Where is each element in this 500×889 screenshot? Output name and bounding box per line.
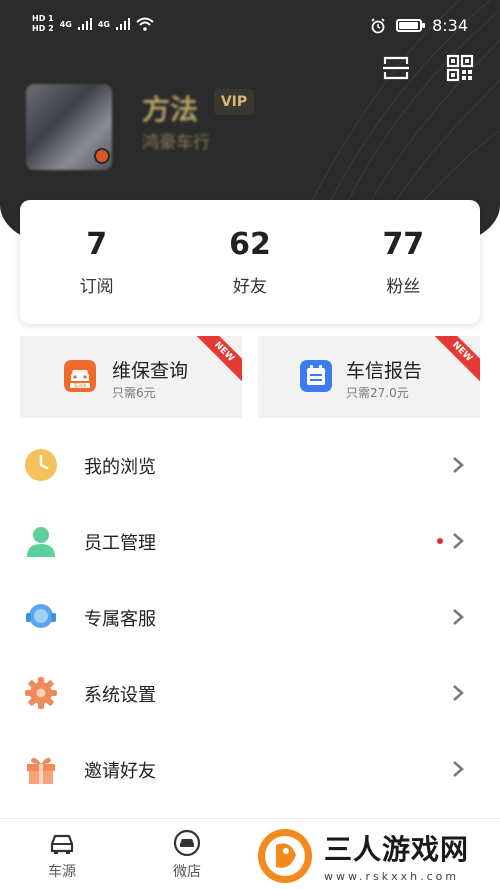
new-ribbon: NEW	[428, 336, 480, 386]
qr-code-icon[interactable]	[446, 54, 474, 82]
gear-icon	[25, 677, 57, 709]
nav-label: 车源	[48, 864, 76, 880]
signal-1-label: 4G	[59, 19, 72, 29]
car-icon	[50, 834, 74, 854]
shop-icon	[173, 829, 201, 857]
menu-label: 员工管理	[84, 533, 156, 554]
nav-item-car-source[interactable]: 车源	[32, 829, 92, 881]
hd-top-label: HD 1	[32, 14, 54, 23]
status-right: 8:34	[370, 16, 468, 35]
signal-2-icon	[115, 18, 130, 30]
battery-icon	[396, 19, 426, 32]
nav-item-micro-shop[interactable]: 微店	[157, 829, 217, 881]
signal-2-label: 4G	[97, 19, 110, 29]
watermark-logo-icon	[258, 828, 312, 883]
battery-level	[399, 22, 419, 29]
watermark-text: 三人游戏网 www.rskxxh.com	[324, 828, 469, 883]
stat-value: 62	[229, 227, 271, 262]
promo-title: 车信报告	[346, 360, 423, 382]
watermark-title: 三人游戏网	[324, 833, 470, 866]
watermark-overlay: 三人游戏网 www.rskxxh.com	[250, 822, 500, 889]
stats-card: 7 订阅 62 好友 77 粉丝	[20, 200, 480, 324]
nav-label: 微店	[173, 864, 201, 880]
menu-item-system-settings[interactable]: 系统设置	[0, 663, 500, 723]
status-time: 8:34	[432, 16, 468, 35]
person-icon	[27, 527, 55, 557]
stat-friends[interactable]: 62 好友	[173, 200, 326, 324]
menu-item-customer-service[interactable]: 专属客服	[0, 587, 500, 647]
calendar-report-icon	[300, 360, 332, 392]
maintenance-query-card[interactable]: 车300 维保查询 只需6元 NEW	[20, 336, 242, 418]
menu-item-browsing-history[interactable]: 我的浏览	[0, 435, 500, 495]
watermark-url: www.rskxxh.com	[324, 870, 460, 883]
clock-icon	[25, 449, 57, 481]
notification-dot	[437, 538, 443, 544]
scan-icon[interactable]	[382, 54, 410, 82]
user-name: 方法	[142, 93, 199, 126]
menu-label: 系统设置	[84, 685, 156, 706]
promo-subtitle: 只需27.0元	[346, 386, 409, 400]
menu-item-staff-management[interactable]: 员工管理	[0, 511, 500, 571]
vip-badge: VIP	[214, 89, 254, 115]
stat-value: 7	[86, 227, 108, 262]
chevron-right-icon	[453, 685, 464, 701]
vehicle-report-card[interactable]: 车信报告 只需27.0元 NEW	[258, 336, 480, 418]
promo-title: 维保查询	[112, 360, 189, 382]
alarm-icon	[371, 17, 385, 33]
menu-item-invite-friends[interactable]: 邀请好友	[0, 739, 500, 799]
stat-label: 粉丝	[386, 277, 421, 297]
status-bar: HD 1 HD 2 4G 4G 8:34	[0, 10, 500, 46]
company-name: 鸿豪车行	[142, 133, 210, 153]
menu-label: 专属客服	[84, 609, 156, 630]
hd-indicator: HD 1 HD 2	[32, 14, 54, 34]
stat-label: 订阅	[79, 277, 114, 297]
stat-subscriptions[interactable]: 7 订阅	[20, 200, 173, 324]
menu-label: 我的浏览	[84, 457, 156, 478]
promo-subtitle: 只需6元	[112, 386, 156, 400]
hd-bottom-label: HD 2	[32, 24, 54, 33]
chevron-right-icon	[453, 533, 464, 549]
headset-icon	[26, 604, 56, 628]
status-left: HD 1 HD 2 4G 4G	[32, 14, 154, 34]
stat-label: 好友	[232, 277, 267, 297]
signal-1-icon	[77, 18, 92, 30]
chevron-right-icon	[453, 457, 464, 473]
car300-icon: 车300	[64, 360, 96, 392]
new-ribbon: NEW	[190, 336, 242, 386]
avatar-badge-icon	[94, 148, 110, 164]
chevron-right-icon	[453, 761, 464, 777]
wifi-icon	[136, 17, 154, 31]
stat-followers[interactable]: 77 粉丝	[327, 200, 480, 324]
car300-icon-text: 车300	[73, 382, 86, 389]
chevron-right-icon	[453, 609, 464, 625]
gift-icon	[27, 757, 55, 784]
stat-value: 77	[382, 227, 425, 262]
menu-label: 邀请好友	[84, 761, 156, 782]
